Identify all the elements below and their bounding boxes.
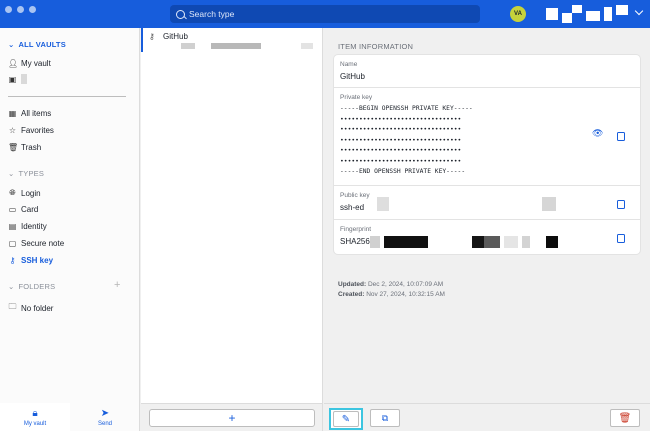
lock-icon: 🔒︎ — [32, 407, 38, 419]
sidebar-item-trash[interactable]: 🗑︎ Trash — [8, 143, 41, 152]
tab-my-vault[interactable]: 🔒︎ My vault — [0, 403, 70, 431]
window-close-control[interactable] — [5, 6, 12, 13]
sidebar-item-ssh-key[interactable]: ⚷ SSH key — [8, 256, 53, 265]
key-icon: ⚷ — [9, 256, 16, 265]
add-item-button[interactable]: + — [149, 409, 315, 427]
sidebar-item-login[interactable]: 🌐︎ Login — [8, 188, 40, 198]
public-key-field: Public key ssh-ed — [334, 186, 640, 220]
paper-plane-icon: ➤ — [100, 407, 110, 419]
id-icon: ▤ — [8, 222, 17, 231]
redacted-public-key — [377, 197, 389, 211]
item-details: ITEM INFORMATION Name GitHub Private key… — [324, 28, 650, 403]
redacted-subtitle — [301, 43, 313, 49]
redacted-org-name — [21, 74, 27, 84]
account-avatar[interactable]: VA — [510, 6, 526, 22]
private-key-value: -----BEGIN OPENSSH PRIVATE KEY----- ••••… — [340, 105, 473, 175]
private-key-field: Private key -----BEGIN OPENSSH PRIVATE K… — [334, 88, 640, 186]
list-footer: + — [141, 403, 322, 431]
search-box[interactable]: Search type — [170, 5, 480, 23]
bottom-tab-bar: 🔒︎ My vault ➤ Send — [0, 403, 140, 431]
chevron-down-icon[interactable] — [634, 6, 644, 16]
sidebar-item-all-items[interactable]: ▦ All items — [8, 109, 52, 118]
divider — [8, 96, 126, 97]
copy-icon[interactable] — [614, 231, 625, 243]
sidebar-item-my-vault[interactable]: 👤︎ My vault — [8, 59, 51, 68]
building-icon: ▣ — [8, 74, 17, 84]
name-field: Name GitHub — [334, 55, 640, 88]
sidebar-item-card[interactable]: ▭ Card — [8, 205, 39, 214]
updated-timestamp: Updated: Dec 2, 2024, 10:07:09 AM — [338, 281, 444, 288]
chevron-down-icon: ⌄ — [8, 169, 15, 178]
redacted-public-key — [542, 197, 556, 211]
name-value: GitHub — [340, 72, 365, 81]
window-zoom-control[interactable] — [29, 6, 36, 13]
chevron-down-icon: ⌄ — [8, 282, 15, 291]
sidebar-item-favorites[interactable]: ☆ Favorites — [8, 126, 54, 135]
folders-header[interactable]: ⌄ FOLDERS — [8, 282, 55, 291]
sidebar-item-identity[interactable]: ▤ Identity — [8, 222, 47, 231]
clone-icon: ⧉ — [381, 412, 389, 423]
title-bar: Search type VA — [0, 0, 650, 28]
edit-button[interactable]: ✎ — [329, 408, 363, 430]
sidebar-item-secure-note[interactable]: ▢ Secure note — [8, 239, 64, 248]
redacted-fingerprint — [522, 236, 530, 248]
copy-icon[interactable] — [614, 129, 625, 141]
redacted-fingerprint — [484, 236, 500, 248]
user-icon: 👤︎ — [8, 59, 19, 68]
details-footer: ✎ ⧉ 🗑︎ — [324, 403, 650, 431]
trash-icon: 🗑︎ — [8, 143, 19, 152]
card-icon: ▭ — [8, 205, 17, 214]
redacted-fingerprint — [504, 236, 518, 248]
sidebar-item-no-folder[interactable]: 🗀 No folder — [8, 301, 54, 315]
globe-icon: 🌐︎ — [9, 188, 16, 197]
note-icon: ▢ — [8, 239, 17, 248]
eye-icon[interactable]: 👁︎ — [592, 128, 603, 138]
list-item[interactable]: ⚷ GitHub — [141, 28, 322, 52]
delete-button[interactable]: 🗑︎ — [610, 409, 640, 427]
search-icon — [176, 9, 185, 19]
key-icon: ⚷ — [149, 32, 155, 41]
redacted-subtitle — [211, 43, 261, 49]
chevron-down-icon: ⌄ — [8, 40, 15, 49]
item-information-card: Name GitHub Private key -----BEGIN OPENS… — [334, 55, 640, 254]
star-icon: ☆ — [8, 126, 17, 135]
add-folder-icon[interactable]: + — [114, 279, 120, 291]
types-header[interactable]: ⌄ TYPES — [8, 169, 44, 178]
clone-button[interactable]: ⧉ — [370, 409, 400, 427]
redacted-fingerprint — [384, 236, 428, 248]
trash-icon: 🗑︎ — [618, 412, 632, 424]
redacted-fingerprint — [472, 236, 484, 248]
tab-send[interactable]: ➤ Send — [70, 403, 140, 431]
sidebar-item-organization[interactable]: ▣ — [8, 74, 27, 84]
section-title: ITEM INFORMATION — [338, 42, 414, 51]
redacted-fingerprint — [370, 236, 380, 248]
plus-icon: + — [228, 411, 236, 425]
item-list: ⚷ GitHub + — [141, 28, 323, 431]
all-vaults-header[interactable]: ⌄ ALL VAULTS — [8, 40, 66, 49]
folder-icon: 🗀 — [8, 302, 17, 311]
account-name-redacted[interactable] — [546, 5, 632, 23]
created-timestamp: Created: Nov 27, 2024, 10:32:15 AM — [338, 291, 445, 298]
list-item-name: GitHub — [163, 32, 188, 41]
pencil-icon: ✎ — [341, 413, 351, 425]
copy-icon[interactable] — [614, 197, 625, 209]
grid-icon: ▦ — [8, 109, 17, 118]
search-placeholder: Search type — [189, 9, 235, 19]
redacted-subtitle — [181, 43, 195, 49]
redacted-fingerprint — [546, 236, 558, 248]
sidebar: ⌄ ALL VAULTS 👤︎ My vault ▣ ▦ All items ☆… — [0, 28, 140, 431]
window-minimize-control[interactable] — [17, 6, 24, 13]
fingerprint-field: Fingerprint SHA256: — [334, 220, 640, 254]
